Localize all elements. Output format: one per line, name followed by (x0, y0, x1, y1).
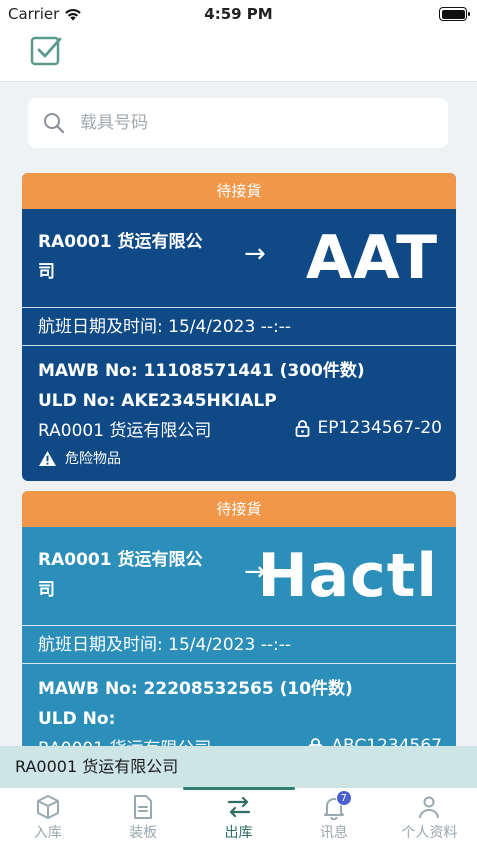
tab-bar: 入库 装板 出库 7 讯息 个人资料 (0, 787, 477, 850)
search-box[interactable] (28, 98, 448, 148)
ep-number: EP1234567-20 (295, 418, 442, 438)
mawb-number: MAWB No: 22208532565 (10件数) (38, 679, 353, 699)
card-header: RA0001 货运有限公司 → Hactl (22, 527, 456, 626)
tab-profile[interactable]: 个人资料 (382, 788, 477, 850)
warning-icon (39, 450, 56, 466)
swap-arrows-icon (227, 796, 250, 818)
dangerous-goods-tag: 危险物品 (38, 448, 440, 468)
toast-message: RA0001 货运有限公司 (0, 746, 477, 788)
company-name: RA0001 货运有限公司 (38, 550, 203, 600)
card-status-banner: 待接貨 (22, 491, 456, 527)
card-details: MAWB No: 11108571441 (300件数) ULD No: AKE… (22, 346, 456, 468)
flight-datetime: 航班日期及时间: 15/4/2023 --:-- (22, 308, 456, 346)
top-bar (0, 28, 477, 82)
carrier-label: Carrier (8, 5, 60, 23)
search-input[interactable] (80, 113, 420, 133)
tab-label: 讯息 (319, 825, 348, 841)
checkbox-icon[interactable] (30, 34, 62, 66)
tab-messages[interactable]: 7 讯息 (286, 788, 381, 850)
person-icon (419, 796, 440, 819)
battery-icon (439, 7, 470, 21)
shipment-card[interactable]: 待接貨 RA0001 货运有限公司 → AAT 航班日期及时间: 15/4/20… (22, 173, 456, 481)
mawb-number: MAWB No: 11108571441 (300件数) (38, 361, 365, 381)
notification-badge: 7 (335, 790, 352, 806)
tab-label: 装板 (129, 825, 158, 841)
card-header: RA0001 货运有限公司 → AAT (22, 209, 456, 308)
arrow-right-icon: → (244, 239, 266, 269)
wifi-icon (65, 9, 82, 21)
tab-outbound[interactable]: 出库 (191, 788, 286, 850)
tab-label: 出库 (224, 825, 253, 841)
card-status-banner: 待接貨 (22, 173, 456, 209)
flight-datetime: 航班日期及时间: 15/4/2023 --:-- (22, 626, 456, 664)
status-bar: Carrier 4:59 PM (0, 0, 477, 28)
company-name: RA0001 货运有限公司 (38, 232, 203, 282)
box-icon (36, 795, 59, 819)
status-left: Carrier (8, 5, 82, 23)
uld-number: ULD No: AKE2345HKIALP (38, 391, 277, 411)
dangerous-goods-label: 危险物品 (65, 451, 121, 467)
document-icon (134, 795, 153, 819)
ep-number-label: EP1234567-20 (317, 418, 442, 438)
tab-build-up[interactable]: 装板 (95, 788, 190, 850)
tab-label: 个人资料 (401, 825, 458, 841)
destination-code: AAT (305, 223, 438, 293)
destination-code: Hactl (257, 541, 438, 611)
uld-number: ULD No: (38, 709, 116, 729)
lock-icon (295, 419, 309, 437)
search-icon (44, 113, 65, 134)
tab-inbound[interactable]: 入库 (0, 788, 95, 850)
tab-label: 入库 (33, 825, 62, 841)
